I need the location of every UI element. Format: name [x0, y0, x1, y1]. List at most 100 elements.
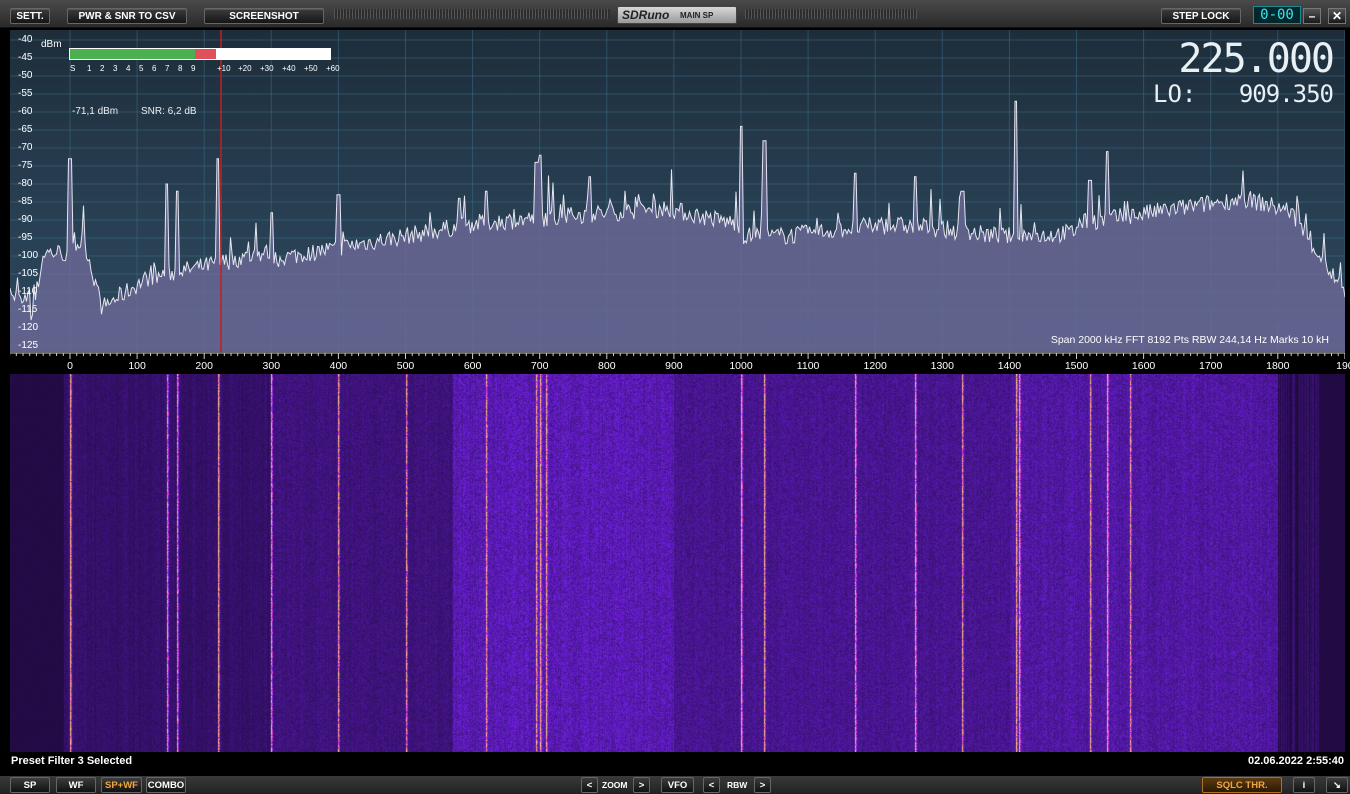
minimize-icon[interactable]: –: [1303, 8, 1321, 24]
sp-mode-button[interactable]: SP: [10, 777, 50, 793]
spectrum-plot[interactable]: [10, 30, 1345, 352]
s-meter-scale-label: +30: [260, 64, 274, 73]
db-tick-label: -115: [18, 304, 38, 315]
axis-tick-label: 300: [262, 360, 281, 372]
db-tick-label: -65: [18, 124, 33, 135]
wf-mode-button[interactable]: WF: [56, 777, 96, 793]
lo-frequency[interactable]: 909.350: [1239, 80, 1334, 108]
s-meter-scale-label: 3: [113, 64, 118, 73]
db-tick-label: -120: [18, 322, 39, 333]
s-meter-scale-label: +50: [304, 64, 318, 73]
s-meter-scale-label: 4: [126, 64, 131, 73]
pwr-snr-csv-button[interactable]: PWR & SNR TO CSV: [67, 8, 187, 24]
axis-tick-label: 1600: [1131, 360, 1156, 372]
db-tick-label: -105: [18, 268, 39, 279]
db-tick-label: -55: [18, 88, 33, 99]
db-tick-label: -100: [18, 250, 39, 261]
db-tick-label: -110: [18, 286, 38, 297]
zoom-out-button[interactable]: <: [581, 777, 598, 793]
s-meter-bar: [69, 48, 331, 60]
axis-tick-label: 800: [598, 360, 616, 372]
db-tick-label: -125: [18, 340, 39, 351]
sdruno-logo: SDRuno: [622, 8, 670, 22]
window-name: MAIN SP: [680, 11, 714, 20]
axis-tick-label: 190: [1336, 360, 1350, 372]
vfo-button[interactable]: VFO: [661, 777, 694, 793]
info-button[interactable]: i: [1293, 777, 1315, 793]
status-message: Preset Filter 3 Selected: [11, 755, 133, 767]
db-tick-label: -75: [18, 160, 33, 171]
window-title: SDRuno MAIN SP: [617, 6, 737, 24]
axis-tick-label: 1300: [930, 360, 954, 372]
zoom-label: ZOOM: [602, 780, 628, 790]
sqlc-threshold-button[interactable]: SQLC THR.: [1202, 777, 1282, 793]
vfo-frequency[interactable]: 225.000: [1178, 36, 1335, 82]
s-meter-scale-label: 8: [178, 64, 183, 73]
snr-readout: SNR: 6,2 dB: [141, 106, 197, 117]
spectrum-fill: [10, 101, 1345, 352]
resize-arrow-icon[interactable]: ↘: [1326, 777, 1348, 793]
rbw-increase-button[interactable]: >: [754, 777, 771, 793]
power-readout: -71,1 dBm: [72, 106, 119, 117]
axis-tick-label: 500: [396, 360, 415, 372]
axis-tick-label: 900: [665, 360, 683, 372]
s-meter-scale-label: +20: [238, 64, 252, 73]
db-tick-label: -95: [18, 232, 33, 243]
waterfall-display[interactable]: [10, 374, 1345, 752]
axis-tick-label: 200: [195, 360, 213, 372]
axis-tick-label: 0: [67, 360, 73, 372]
frequency-axis[interactable]: 0 100 200 300 400 500 600 700 800 900 1000 1100 1200…: [10, 352, 1350, 374]
spwf-mode-button[interactable]: SP+WF: [101, 777, 142, 793]
digit-display: 0-00: [1253, 6, 1301, 24]
rbw-decrease-button[interactable]: <: [703, 777, 720, 793]
s-meter-scale-label: S: [70, 64, 76, 73]
spectrum-display[interactable]: -40 -45 -50 -55 -60 -65 -70 -75 -80 -85 -90 -95 -100…: [10, 30, 1345, 352]
axis-tick-label: 1800: [1266, 360, 1290, 372]
db-tick-label: -40: [18, 34, 33, 45]
db-tick-label: -70: [18, 142, 33, 153]
s-meter-scale-label: 7: [165, 64, 170, 73]
axis-tick-label: 1700: [1199, 360, 1223, 372]
axis-tick-label: 1400: [997, 360, 1022, 372]
s-meter-scale-label: 2: [100, 64, 105, 73]
s-meter-scale-label: 5: [139, 64, 144, 73]
lo-label: LO:: [1153, 80, 1197, 108]
s-meter-scale-label: 1: [87, 64, 92, 73]
axis-tick-label: 600: [463, 360, 482, 372]
dbm-unit-label: dBm: [41, 39, 62, 50]
db-tick-label: -60: [18, 106, 33, 117]
s-meter-overload: [194, 49, 216, 59]
step-lock-button[interactable]: STEP LOCK: [1161, 8, 1241, 24]
combo-mode-button[interactable]: COMBO: [146, 777, 186, 793]
axis-tick-label: 100: [128, 360, 146, 372]
s-meter-scale-label: 6: [152, 64, 157, 73]
s-meter-scale-label: 9: [191, 64, 196, 73]
bottom-toolbar: SP WF SP+WF COMBO < ZOOM > VFO < RBW > S…: [0, 776, 1350, 794]
close-icon[interactable]: ✕: [1328, 8, 1346, 24]
axis-tick-label: 1100: [796, 360, 820, 372]
rbw-label: RBW: [727, 780, 748, 790]
title-grip-right[interactable]: [745, 9, 917, 19]
axis-tick-label: 1000: [729, 360, 753, 372]
axis-tick-label: 1200: [863, 360, 887, 372]
db-tick-label: -45: [18, 52, 33, 63]
status-datetime: 02.06.2022 2:55:40: [1247, 755, 1344, 767]
title-grip-left[interactable]: [334, 9, 610, 19]
db-tick-label: -50: [18, 70, 33, 81]
db-tick-label: -85: [18, 196, 33, 207]
s-meter-scale-label: +10: [217, 64, 231, 73]
settings-button[interactable]: SETT.: [10, 8, 50, 24]
zoom-in-button[interactable]: >: [633, 777, 650, 793]
axis-tick-label: 400: [329, 360, 348, 372]
span-info: Span 2000 kHz FFT 8192 Pts RBW 244,14 Hz…: [1050, 334, 1329, 346]
db-tick-label: -80: [18, 178, 33, 189]
top-toolbar: SETT. PWR & SNR TO CSV SCREENSHOT SDRuno…: [0, 0, 1350, 28]
screenshot-button[interactable]: SCREENSHOT: [204, 8, 324, 24]
s-meter-scale-label: +40: [282, 64, 296, 73]
s-meter-scale-label: +60: [326, 64, 340, 73]
axis-tick-label: 700: [530, 360, 549, 372]
db-tick-label: -90: [18, 214, 33, 225]
s-meter-level: [70, 49, 195, 59]
waterfall-canvas[interactable]: [10, 374, 1345, 752]
axis-tick-label: 1500: [1064, 360, 1089, 372]
